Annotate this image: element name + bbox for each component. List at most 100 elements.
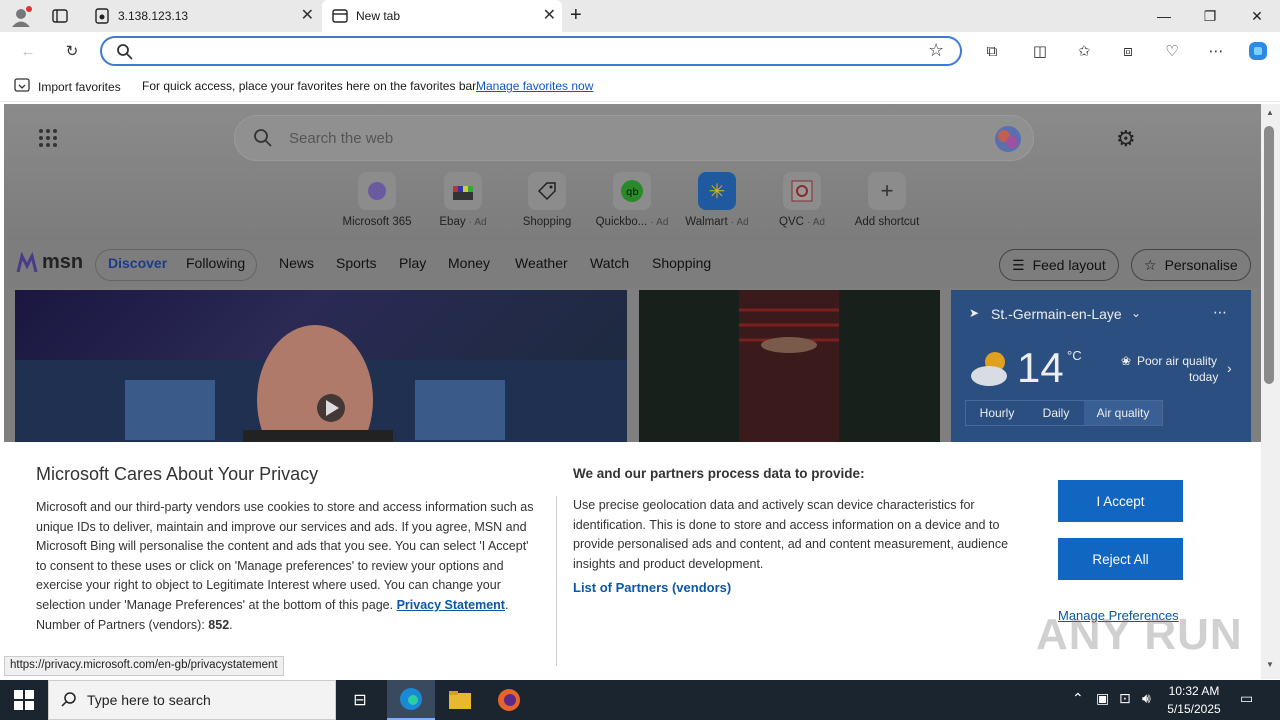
purposes-title: We and our partners process data to prov… — [573, 466, 865, 481]
partners-count: 852 — [208, 617, 230, 632]
temperature-unit: °C — [1067, 348, 1082, 363]
partly-cloudy-icon — [967, 348, 1013, 393]
address-bar[interactable]: ☆ — [100, 36, 962, 66]
refresh-icon[interactable]: ↻ — [60, 40, 84, 62]
close-tab-icon[interactable]: ✕ — [543, 8, 556, 24]
feed-layout-button[interactable]: ☰ Feed layout — [999, 249, 1119, 281]
show-hidden-icons-icon[interactable]: ⌃ — [1072, 690, 1084, 707]
nav-money[interactable]: Money — [448, 255, 490, 271]
shortcut-add[interactable]: + Add shortcut — [845, 172, 929, 228]
more-options-icon[interactable]: ⋯ — [1204, 40, 1228, 62]
air-quality-text: Poor air quality — [1137, 354, 1218, 368]
weather-card[interactable]: ➤ St.-Germain-en-Laye ⌄ ⋯ 14 °C ❀ Poor a… — [951, 290, 1251, 450]
accept-button[interactable]: I Accept — [1058, 480, 1183, 522]
purposes-body: Use precise geolocation data and activel… — [573, 498, 1009, 571]
nav-following[interactable]: Following — [186, 255, 245, 271]
profile-icon[interactable] — [10, 6, 32, 28]
web-search-box[interactable]: Search the web — [234, 115, 1034, 161]
chevron-right-icon[interactable]: › — [1227, 360, 1232, 376]
nav-play[interactable]: Play — [399, 255, 426, 271]
partners-list-link[interactable]: List of Partners (vendors) — [573, 580, 731, 595]
watermark: ANY RUN — [1036, 610, 1243, 659]
video-thumbnail — [15, 325, 627, 475]
new-tab-page-icon — [332, 8, 348, 24]
shortcut-microsoft-365[interactable]: Microsoft 365 — [335, 172, 419, 228]
news-card[interactable] — [639, 290, 940, 450]
favorites-icon[interactable]: ✩ — [1072, 40, 1096, 62]
nav-news[interactable]: News — [279, 255, 314, 271]
settings-gear-icon[interactable]: ⚙ — [1116, 126, 1136, 152]
weather-location[interactable]: St.-Germain-en-Laye — [991, 306, 1122, 322]
more-icon[interactable]: ⋯ — [1213, 304, 1227, 321]
collections-icon[interactable]: ⧈ — [1116, 40, 1140, 62]
scroll-down-icon[interactable]: ▼ — [1266, 660, 1274, 669]
tab-strip: 3.138.123.13 ✕ New tab ✕ + — ❐ ✕ — [0, 0, 1280, 32]
notifications-icon[interactable]: ▭ — [1240, 690, 1253, 707]
shortcut-shopping[interactable]: Shopping — [505, 172, 589, 228]
tab-daily[interactable]: Daily — [1028, 401, 1084, 425]
tab-air-quality[interactable]: Air quality — [1084, 401, 1162, 425]
weather-tabs: Hourly Daily Air quality — [965, 400, 1163, 426]
privacy-body-text: Microsoft and our third-party vendors us… — [36, 500, 534, 612]
windows-start-icon[interactable] — [14, 690, 34, 715]
partners-count-label: Number of Partners (vendors): — [36, 617, 205, 632]
new-tab-button[interactable]: + — [570, 4, 582, 27]
nav-sports[interactable]: Sports — [336, 255, 376, 271]
close-tab-icon[interactable]: ✕ — [301, 8, 314, 24]
clock-date: 5/15/2025 — [1167, 702, 1221, 716]
restore-button[interactable]: ❐ — [1187, 0, 1233, 32]
scroll-up-icon[interactable]: ▲ — [1266, 108, 1274, 117]
search-icon — [61, 691, 77, 710]
manage-favorites-link[interactable]: Manage favorites now — [476, 79, 593, 93]
apps-grid-icon[interactable] — [38, 128, 58, 153]
minimize-button[interactable]: — — [1141, 0, 1187, 32]
close-window-button[interactable]: ✕ — [1234, 0, 1280, 32]
walmart-icon: ✳ — [698, 172, 736, 210]
nav-weather[interactable]: Weather — [515, 255, 568, 271]
nav-shopping[interactable]: Shopping — [652, 255, 711, 271]
tab-ip[interactable]: 3.138.123.13 ✕ — [84, 0, 320, 32]
volume-icon[interactable]: 🔊︎ — [1142, 690, 1151, 707]
tab-label: New tab — [356, 9, 401, 23]
shortcut-qvc[interactable]: QVC · Ad — [760, 172, 844, 228]
taskbar-clock[interactable]: 10:32 AM 5/15/2025 — [1164, 682, 1224, 718]
tab-actions-icon[interactable] — [52, 8, 68, 24]
hero-video-card[interactable] — [15, 290, 627, 475]
ebay-icon — [444, 172, 482, 210]
shortcut-ebay[interactable]: Ebay · Ad — [421, 172, 505, 228]
msn-logo[interactable]: msn — [16, 251, 83, 274]
import-favorites-button[interactable]: Import favorites — [14, 78, 121, 95]
tab-new-tab[interactable]: New tab ✕ — [322, 0, 562, 32]
copilot-icon[interactable] — [1246, 40, 1270, 62]
search-icon — [116, 43, 134, 66]
scrollbar-thumb[interactable] — [1264, 126, 1274, 384]
chevron-down-icon[interactable]: ⌄ — [1131, 306, 1141, 320]
favorite-star-icon[interactable]: ☆ — [928, 40, 944, 61]
back-icon[interactable]: ← — [16, 40, 40, 62]
nav-watch[interactable]: Watch — [590, 255, 629, 271]
task-view-icon[interactable]: ⊟ — [336, 680, 384, 720]
tab-hourly[interactable]: Hourly — [966, 401, 1028, 425]
import-favorites-label: Import favorites — [38, 79, 121, 94]
shortcut-walmart[interactable]: ✳ Walmart · Ad — [675, 172, 759, 228]
privacy-statement-link[interactable]: Privacy Statement — [397, 598, 505, 612]
msn-logo-text: msn — [42, 251, 84, 273]
reject-all-button[interactable]: Reject All — [1058, 538, 1183, 580]
personalise-button[interactable]: ☆ Personalise — [1131, 249, 1251, 281]
ad-badge: · Ad — [807, 217, 825, 228]
shortcut-label: Walmart — [685, 216, 728, 228]
taskbar-search-box[interactable]: Type here to search — [48, 680, 336, 720]
nav-discover[interactable]: Discover — [108, 255, 167, 271]
edge-taskbar-icon[interactable] — [387, 680, 435, 720]
device-icon[interactable]: ▣ — [1096, 690, 1109, 707]
copilot-icon[interactable] — [993, 124, 1023, 159]
network-icon[interactable]: ⊡ — [1119, 690, 1131, 707]
taskbar-search-placeholder: Type here to search — [87, 692, 211, 708]
qvc-icon — [783, 172, 821, 210]
split-screen-icon[interactable]: ◫ — [1028, 40, 1052, 62]
file-explorer-icon[interactable] — [436, 680, 484, 720]
extensions-icon[interactable]: ⧉ — [980, 40, 1004, 62]
browser-essentials-icon[interactable]: ♡ — [1160, 40, 1184, 62]
shortcut-quickbooks[interactable]: qb Quickbo... · Ad — [590, 172, 674, 228]
firefox-icon[interactable] — [485, 680, 533, 720]
